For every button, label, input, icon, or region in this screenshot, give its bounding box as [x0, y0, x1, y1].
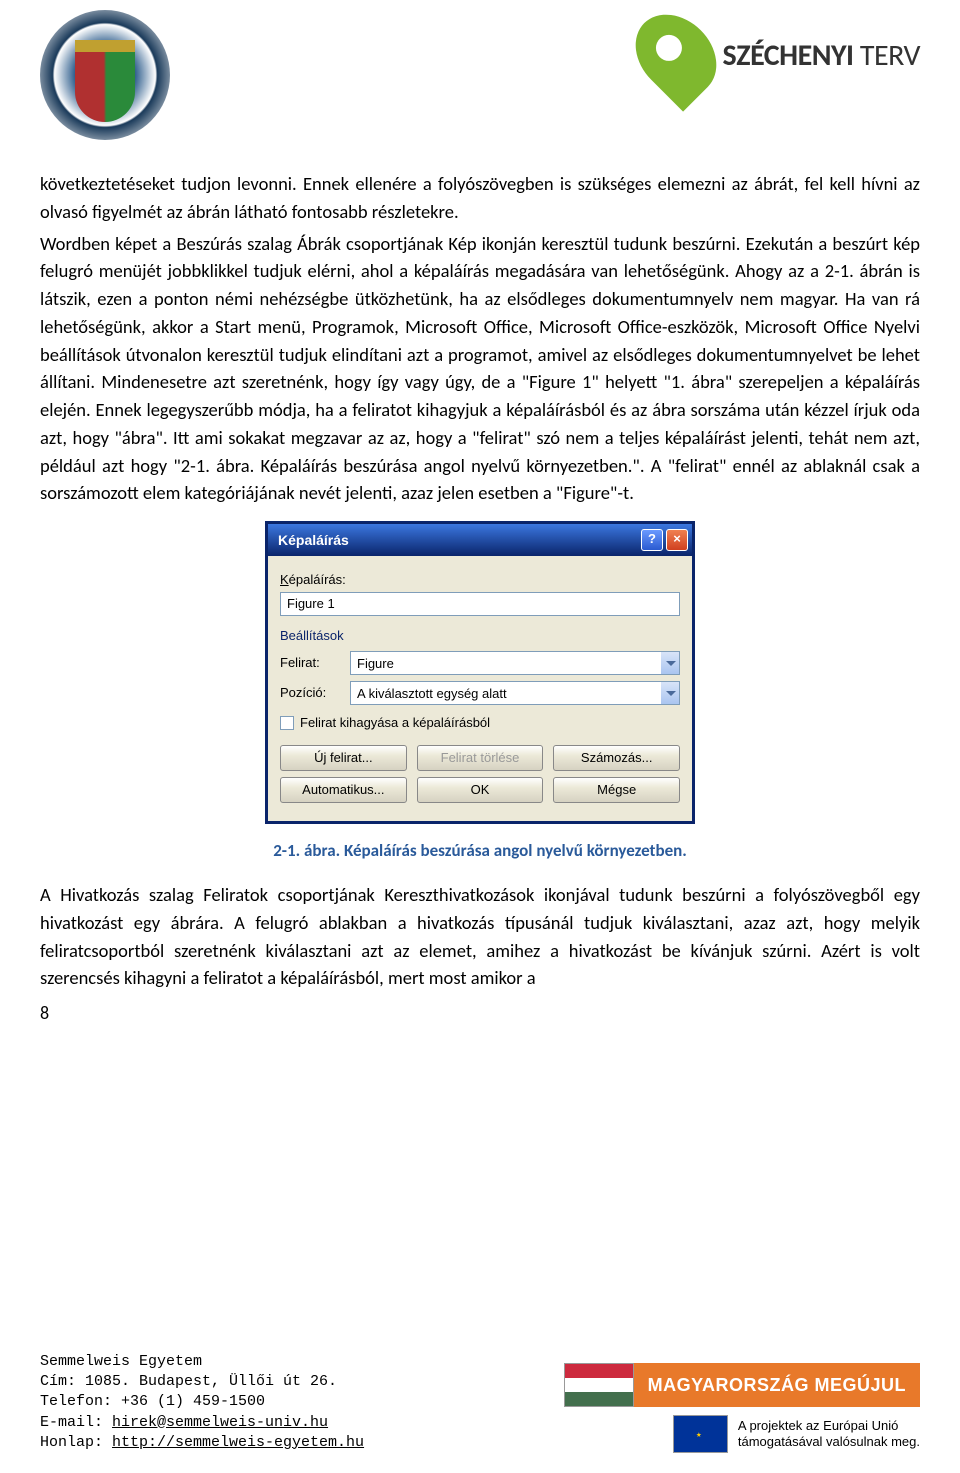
caption-dialog: Képaláírás ? × Képaláírás: Beállítások F… [265, 521, 695, 824]
banner-text: MAGYARORSZÁG MEGÚJUL [634, 1363, 920, 1407]
footer-address: Cím: 1085. Budapest, Üllői út 26. [40, 1372, 364, 1392]
new-label-button[interactable]: Új felirat... [280, 745, 407, 771]
paragraph-1: következtetéseket tudjon levonni. Ennek … [40, 170, 920, 226]
ok-button[interactable]: OK [417, 777, 544, 803]
felirat-value[interactable] [350, 651, 661, 675]
footer-org: Semmelweis Egyetem [40, 1352, 364, 1372]
szechenyi-logo: SZÉCHENYI TERV [641, 10, 920, 100]
settings-group-label: Beállítások [280, 626, 680, 646]
footer-web-row: Honlap: http://semmelweis-egyetem.hu [40, 1433, 364, 1453]
checkbox-icon[interactable] [280, 716, 294, 730]
dialog-body: Képaláírás: Beállítások Felirat: Pozíció… [268, 556, 692, 821]
footer-right: MAGYARORSZÁG MEGÚJUL A projektek az Euró… [564, 1363, 920, 1453]
szechenyi-text: SZÉCHENYI TERV [723, 37, 920, 74]
footer-web-link[interactable]: http://semmelweis-egyetem.hu [112, 1434, 364, 1451]
page-header: SZÉCHENYI TERV [0, 0, 960, 140]
hungary-flag-icon [564, 1363, 634, 1407]
eu-line2: támogatásával valósulnak meg. [738, 1434, 920, 1450]
dialog-title: Képaláírás [278, 530, 349, 551]
footer-email-row: E-mail: hirek@semmelweis-univ.hu [40, 1413, 364, 1433]
page-footer: Semmelweis Egyetem Cím: 1085. Budapest, … [40, 1352, 920, 1453]
help-button[interactable]: ? [641, 529, 663, 551]
chevron-down-icon[interactable] [661, 681, 680, 705]
checkbox-label: Felirat kihagyása a képaláírásból [300, 713, 490, 733]
paragraph-3: A Hivatkozás szalag Feliratok csoportján… [40, 881, 920, 992]
footer-email-link[interactable]: hirek@semmelweis-univ.hu [112, 1414, 328, 1431]
footer-phone: Telefon: +36 (1) 459-1500 [40, 1392, 364, 1412]
university-crest-icon [40, 10, 170, 140]
caption-input[interactable] [280, 592, 680, 616]
eu-line1: A projektek az Európai Unió [738, 1418, 920, 1434]
footer-web-label: Honlap: [40, 1434, 112, 1451]
map-pin-icon [619, 0, 732, 112]
autocaption-button[interactable]: Automatikus... [280, 777, 407, 803]
dialog-titlebar: Képaláírás ? × [268, 524, 692, 556]
close-button[interactable]: × [666, 529, 688, 551]
delete-label-button: Felirat törlése [417, 745, 544, 771]
felirat-combo[interactable] [350, 651, 680, 675]
szechenyi-strong: SZÉCHENYI [723, 37, 854, 74]
pozicio-value[interactable] [350, 681, 661, 705]
cancel-button[interactable]: Mégse [553, 777, 680, 803]
exclude-label-checkbox-row[interactable]: Felirat kihagyása a képaláírásból [280, 713, 680, 733]
eu-flag-icon [673, 1415, 728, 1453]
numbering-button[interactable]: Számozás... [553, 745, 680, 771]
caption-field-label: Képaláírás: [280, 570, 680, 590]
figure-caption: 2-1. ábra. Képaláírás beszúrása angol ny… [40, 838, 920, 864]
footer-contact: Semmelweis Egyetem Cím: 1085. Budapest, … [40, 1352, 364, 1453]
pozicio-label: Pozíció: [280, 683, 340, 703]
pozicio-combo[interactable] [350, 681, 680, 705]
paragraph-2: Wordben képet a Beszúrás szalag Ábrák cs… [40, 230, 920, 508]
body-content: következtetéseket tudjon levonni. Ennek … [0, 140, 960, 1002]
chevron-down-icon[interactable] [661, 651, 680, 675]
hungary-banner: MAGYARORSZÁG MEGÚJUL [564, 1363, 920, 1407]
page-number: 8 [0, 1002, 960, 1024]
eu-text: A projektek az Európai Unió támogatásáva… [738, 1418, 920, 1451]
felirat-label: Felirat: [280, 653, 340, 673]
szechenyi-light: TERV [854, 37, 920, 74]
eu-row: A projektek az Európai Unió támogatásáva… [673, 1415, 920, 1453]
footer-email-label: E-mail: [40, 1414, 112, 1431]
